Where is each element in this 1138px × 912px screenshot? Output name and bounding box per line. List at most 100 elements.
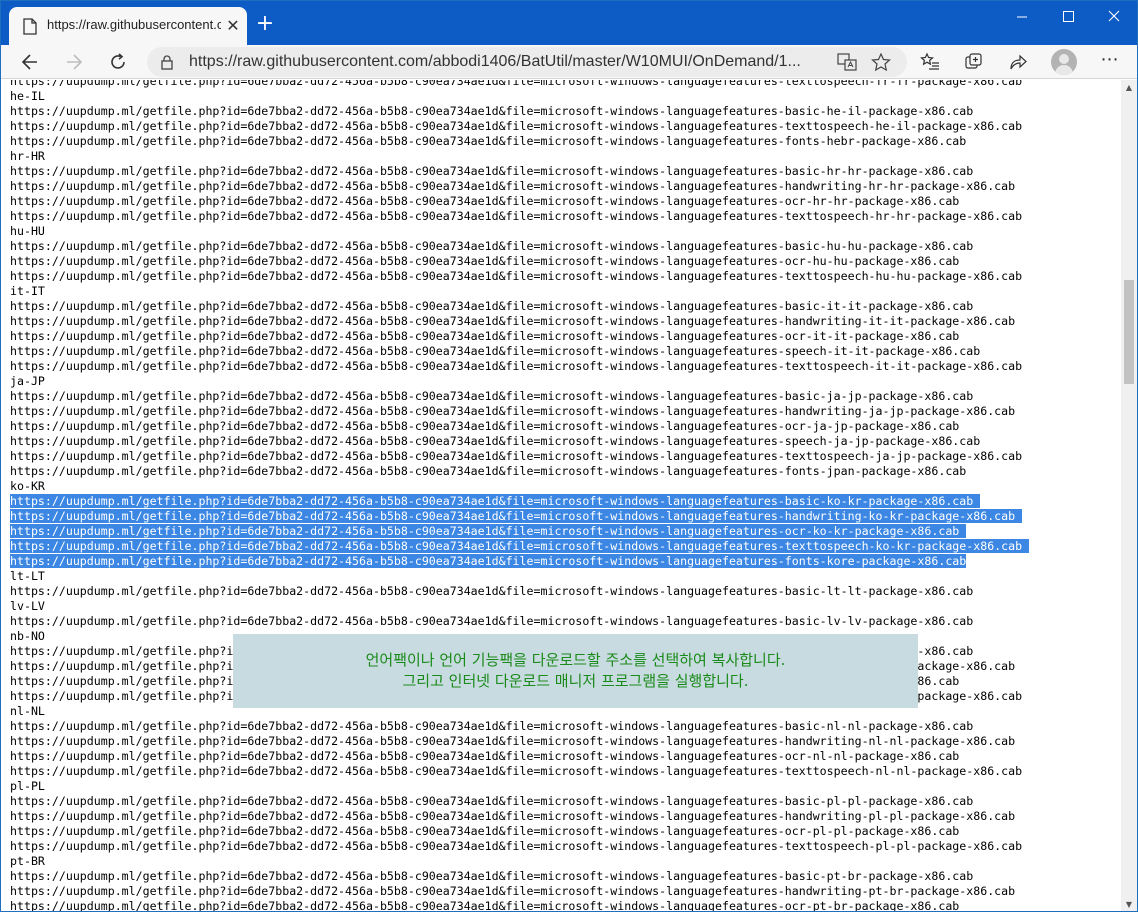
url-line: https://uupdump.ml/getfile.php?id=6de7bb… (10, 329, 1029, 344)
line-text: https://uupdump.ml/getfile.php?id=6de7bb… (10, 524, 967, 538)
line-text: https://uupdump.ml/getfile.php?id=6de7bb… (10, 209, 1023, 223)
avatar-head (1059, 54, 1069, 64)
minimize-button[interactable] (999, 1, 1045, 33)
line-text: https://uupdump.ml/getfile.php?id=6de7bb… (10, 134, 967, 148)
url-line: https://uupdump.ml/getfile.php?id=6de7bb… (10, 509, 1029, 524)
url-line: https://uupdump.ml/getfile.php?id=6de7bb… (10, 524, 1029, 539)
line-text: https://uupdump.ml/getfile.php?id=6de7bb… (10, 404, 1016, 418)
line-text: https://uupdump.ml/getfile.php?id=6de7bb… (10, 119, 1023, 133)
forward-button[interactable] (59, 48, 89, 76)
new-tab-button[interactable]: + (253, 13, 277, 37)
locale-heading: pl-PL (10, 779, 1029, 794)
line-text: https://uupdump.ml/getfile.php?id=6de7bb… (10, 299, 974, 313)
line-text: https://uupdump.ml/getfile.php?id=6de7bb… (10, 899, 960, 912)
line-text: https://uupdump.ml/getfile.php?id=6de7bb… (10, 449, 1023, 463)
url-line: https://uupdump.ml/getfile.php?id=6de7bb… (10, 749, 1029, 764)
line-text: https://uupdump.ml/getfile.php?id=6de7bb… (10, 179, 1016, 193)
browser-window: https://raw.githubusercontent.com/abbodi… (0, 0, 1138, 912)
translate-icon[interactable] (837, 53, 857, 71)
tab-close-icon[interactable]: ✕ (223, 16, 243, 36)
locale-heading: hr-HR (10, 149, 1029, 164)
line-text: https://uupdump.ml/getfile.php?id=6de7bb… (10, 794, 974, 808)
tab-strip: https://raw.githubusercontent.com/abbodi… (1, 1, 1137, 45)
line-text: https://uupdump.ml/getfile.php?id=6de7bb… (10, 104, 974, 118)
url-line: https://uupdump.ml/getfile.php?id=6de7bb… (10, 164, 1029, 179)
line-text: https://uupdump.ml/getfile.php?id=6de7bb… (10, 194, 960, 208)
navigation-toolbar: https://raw.githubusercontent.com/abbodi… (1, 45, 1137, 79)
tab-title: https://raw.githubusercontent.com/abbodi… (47, 17, 221, 32)
tutorial-caption: 언어팩이나 언어 기능팩을 다운로드할 주소를 선택하여 복사합니다. 그리고 … (233, 634, 918, 708)
more-icon[interactable]: ⋯ (1097, 49, 1123, 73)
line-text: https://uupdump.ml/getfile.php?id=6de7bb… (10, 359, 1023, 373)
back-icon (21, 54, 37, 70)
line-text: https://uupdump.ml/getfile.php?id=6de7bb… (10, 584, 974, 598)
url-line: https://uupdump.ml/getfile.php?id=6de7bb… (10, 419, 1029, 434)
page-content: https://uupdump.ml/getfile.php?id=6de7bb… (1, 80, 1121, 912)
locale-heading: ko-KR (10, 479, 1029, 494)
tab-active[interactable]: https://raw.githubusercontent.com/abbodi… (9, 7, 247, 45)
url-line: https://uupdump.ml/getfile.php?id=6de7bb… (10, 809, 1029, 824)
scrollbar-thumb[interactable] (1124, 280, 1134, 384)
collections-button[interactable] (963, 51, 985, 73)
raw-text-content: https://uupdump.ml/getfile.php?id=6de7bb… (10, 80, 1030, 912)
line-text: hr-HR (10, 149, 45, 163)
collections-icon (965, 53, 982, 69)
line-text: https://uupdump.ml/getfile.php?id=6de7bb… (10, 749, 960, 763)
line-text: he-IL (10, 89, 45, 103)
line-text: https://uupdump.ml/getfile.php?id=6de7bb… (10, 80, 1023, 88)
url-line: https://uupdump.ml/getfile.php?id=6de7bb… (10, 449, 1029, 464)
line-text: nb-NO (10, 629, 45, 643)
profile-avatar-icon[interactable] (1051, 49, 1077, 75)
refresh-button[interactable] (103, 48, 133, 76)
share-button[interactable] (1007, 51, 1029, 73)
line-text: hu-HU (10, 224, 45, 238)
url-line: https://uupdump.ml/getfile.php?id=6de7bb… (10, 209, 1029, 224)
vertical-scrollbar[interactable]: ▲ ▼ (1121, 80, 1137, 911)
line-text: https://uupdump.ml/getfile.php?id=6de7bb… (10, 239, 974, 253)
line-text: https://uupdump.ml/getfile.php?id=6de7bb… (10, 884, 1016, 898)
favorite-star-icon[interactable] (871, 53, 891, 71)
url-line: https://uupdump.ml/getfile.php?id=6de7bb… (10, 794, 1029, 809)
url-line: https://uupdump.ml/getfile.php?id=6de7bb… (10, 254, 1029, 269)
url-line: https://uupdump.ml/getfile.php?id=6de7bb… (10, 299, 1029, 314)
line-text: https://uupdump.ml/getfile.php?id=6de7bb… (10, 809, 1016, 823)
url-line: https://uupdump.ml/getfile.php?id=6de7bb… (10, 80, 1029, 89)
url-line: https://uupdump.ml/getfile.php?id=6de7bb… (10, 884, 1029, 899)
close-window-button[interactable] (1091, 1, 1137, 33)
line-text: https://uupdump.ml/getfile.php?id=6de7bb… (10, 539, 1030, 553)
line-text: https://uupdump.ml/getfile.php?id=6de7bb… (10, 764, 1023, 778)
line-text: https://uupdump.ml/getfile.php?id=6de7bb… (10, 344, 981, 358)
line-text: https://uupdump.ml/getfile.php?id=6de7bb… (10, 164, 974, 178)
url-line: https://uupdump.ml/getfile.php?id=6de7bb… (10, 824, 1029, 839)
line-text: https://uupdump.ml/getfile.php?id=6de7bb… (10, 734, 1016, 748)
url-line: https://uupdump.ml/getfile.php?id=6de7bb… (10, 389, 1029, 404)
url-line: https://uupdump.ml/getfile.php?id=6de7bb… (10, 584, 1029, 599)
address-bar[interactable]: https://raw.githubusercontent.com/abbodi… (147, 47, 907, 77)
line-text: https://uupdump.ml/getfile.php?id=6de7bb… (10, 329, 960, 343)
url-line: https://uupdump.ml/getfile.php?id=6de7bb… (10, 764, 1029, 779)
line-text: https://uupdump.ml/getfile.php?id=6de7bb… (10, 494, 981, 508)
url-line: https://uupdump.ml/getfile.php?id=6de7bb… (10, 344, 1029, 359)
line-text: https://uupdump.ml/getfile.php?id=6de7bb… (10, 509, 1023, 523)
url-line: https://uupdump.ml/getfile.php?id=6de7bb… (10, 404, 1029, 419)
minimize-icon (1017, 16, 1027, 18)
url-line: https://uupdump.ml/getfile.php?id=6de7bb… (10, 314, 1029, 329)
scroll-down-icon[interactable]: ▼ (1121, 897, 1137, 911)
url-text[interactable]: https://raw.githubusercontent.com/abbodi… (189, 53, 821, 71)
url-line: https://uupdump.ml/getfile.php?id=6de7bb… (10, 614, 1029, 629)
locale-heading: pt-BR (10, 854, 1029, 869)
forward-icon (67, 54, 83, 70)
url-line: https://uupdump.ml/getfile.php?id=6de7bb… (10, 179, 1029, 194)
locale-heading: ja-JP (10, 374, 1029, 389)
line-text: https://uupdump.ml/getfile.php?id=6de7bb… (10, 269, 1023, 283)
url-line: https://uupdump.ml/getfile.php?id=6de7bb… (10, 194, 1029, 209)
url-line: https://uupdump.ml/getfile.php?id=6de7bb… (10, 734, 1029, 749)
favorites-list-button[interactable] (919, 51, 941, 73)
url-line: https://uupdump.ml/getfile.php?id=6de7bb… (10, 464, 1029, 479)
line-text: lt-LT (10, 569, 45, 583)
line-text: https://uupdump.ml/getfile.php?id=6de7bb… (10, 554, 967, 568)
back-button[interactable] (15, 48, 45, 76)
maximize-button[interactable] (1045, 1, 1091, 33)
line-text: nl-NL (10, 704, 45, 718)
scroll-up-icon[interactable]: ▲ (1121, 80, 1137, 96)
